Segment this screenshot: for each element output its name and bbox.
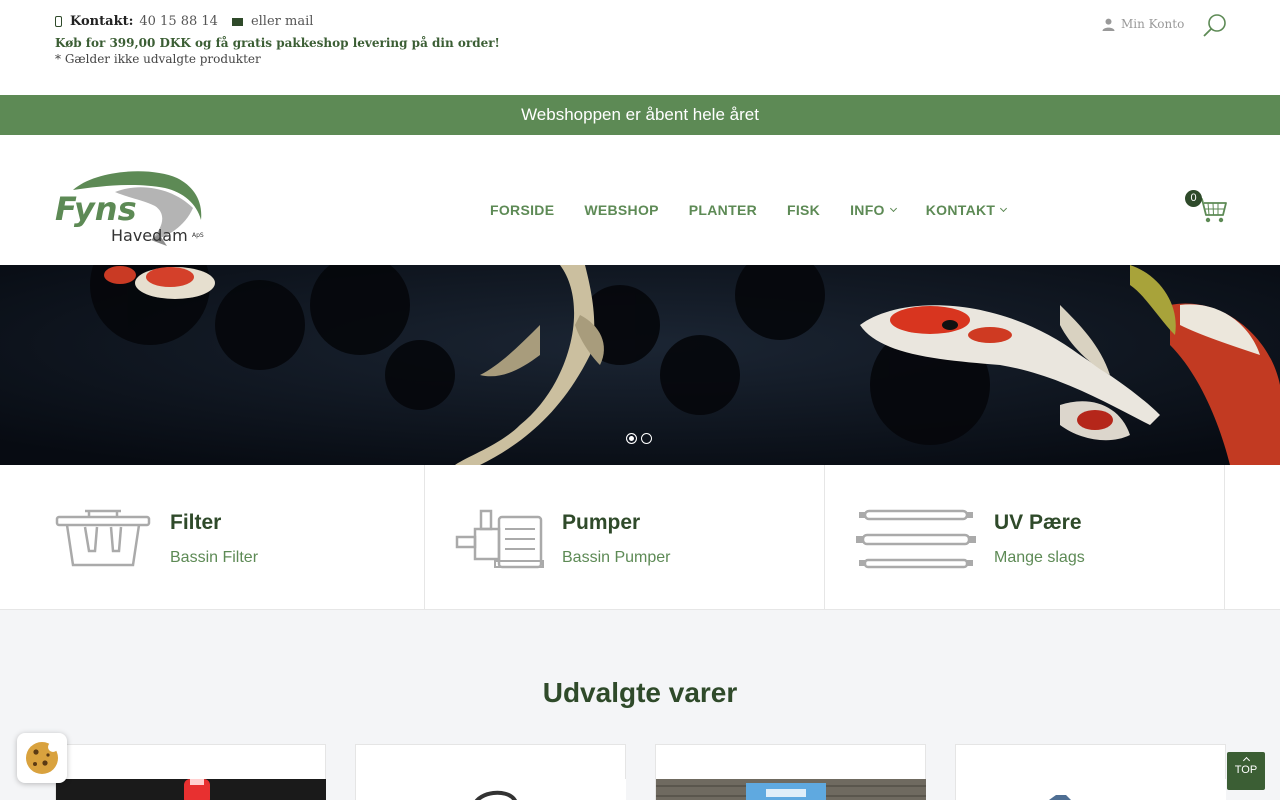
- logo-subword: Havedam: [111, 226, 188, 245]
- category-uv-subtitle: Mange slags: [994, 549, 1085, 566]
- product-card[interactable]: [355, 744, 626, 800]
- search-icon[interactable]: [1202, 13, 1228, 39]
- category-pumper-title: Pumper: [562, 511, 641, 534]
- phone-number-link[interactable]: 40 15 88 14: [139, 14, 218, 29]
- nav-info-label: INFO: [850, 202, 885, 218]
- my-account-label: Min Konto: [1121, 17, 1185, 31]
- contact-line: Kontakt: 40 15 88 14 eller mail: [55, 14, 313, 29]
- category-filter-subtitle: Bassin Filter: [170, 549, 259, 566]
- hero-slider[interactable]: [0, 265, 1280, 465]
- product-image: [356, 779, 626, 800]
- phone-icon: [55, 16, 62, 27]
- featured-heading: Udvalgte varer: [542, 677, 738, 708]
- promo-note: * Gælder ikke udvalgte produkter: [55, 52, 261, 66]
- mail-icon: [231, 17, 243, 26]
- nav-fisk-label: FISK: [787, 202, 821, 218]
- nav-kontakt[interactable]: KONTAKT: [925, 202, 1008, 218]
- slider-dots: [626, 433, 652, 444]
- main-nav: FORSIDE WEBSHOP PLANTER FISK INFO KONTAK…: [490, 202, 1008, 218]
- chevron-down-icon: [1000, 204, 1008, 213]
- nav-webshop[interactable]: WEBSHOP: [584, 202, 658, 218]
- category-pumper-subtitle: Bassin Pumper: [562, 549, 671, 566]
- filter-icon: [55, 509, 151, 567]
- nav-planter-label: PLANTER: [688, 202, 757, 218]
- product-card[interactable]: [655, 744, 926, 800]
- nav-planter[interactable]: PLANTER: [689, 202, 757, 218]
- mail-link[interactable]: eller mail: [251, 14, 313, 29]
- back-to-top-label: TOP: [1234, 764, 1258, 776]
- featured-section: Udvalgte varer: [0, 610, 1280, 800]
- arrow-up-icon: [1242, 756, 1250, 765]
- fyns-havedam-logo[interactable]: Fyns Havedam ApS: [55, 168, 205, 248]
- category-row: Filter Bassin Filter Pumper Bassin Pumpe…: [0, 465, 1280, 610]
- category-filter[interactable]: Filter Bassin Filter: [0, 465, 425, 610]
- back-to-top-button[interactable]: TOP: [1227, 752, 1265, 790]
- announcement-banner: Webshoppen er åbent hele året: [0, 95, 1280, 135]
- logo-suffix: ApS: [192, 232, 204, 239]
- nav-webshop-label: WEBSHOP: [584, 202, 659, 218]
- category-filter-title: Filter: [170, 511, 222, 534]
- pump-icon: [455, 509, 544, 569]
- top-bar: Kontakt: 40 15 88 14 eller mail Køb for …: [0, 0, 1280, 95]
- nav-info[interactable]: INFO: [850, 202, 897, 218]
- product-card[interactable]: [955, 744, 1226, 800]
- nav-forside[interactable]: FORSIDE: [490, 202, 554, 218]
- logo-wordmark: Fyns: [55, 190, 137, 228]
- slider-dot-2[interactable]: [641, 433, 652, 444]
- cookie-settings-button[interactable]: [17, 733, 67, 783]
- cart-count-badge: 0: [1185, 190, 1202, 207]
- product-image: [656, 779, 926, 800]
- cookie-icon: [26, 742, 58, 774]
- announcement-text: Webshoppen er åbent hele året: [521, 105, 759, 124]
- nav-fisk[interactable]: FISK: [787, 202, 820, 218]
- slider-dot-1[interactable]: [626, 433, 637, 444]
- user-icon: [1102, 18, 1115, 31]
- chevron-down-icon: [889, 204, 897, 213]
- shipping-promo: Køb for 399,00 DKK og få gratis pakkesho…: [55, 36, 500, 50]
- category-uv[interactable]: UV Pære Mange slags: [825, 465, 1225, 610]
- product-image: [56, 779, 326, 800]
- uv-lamp-icon: [856, 509, 976, 569]
- category-uv-title: UV Pære: [994, 511, 1082, 534]
- product-image: [956, 779, 1226, 800]
- nav-kontakt-label: KONTAKT: [925, 202, 996, 218]
- contact-label: Kontakt:: [70, 14, 134, 29]
- category-pumper[interactable]: Pumper Bassin Pumper: [425, 465, 825, 610]
- nav-forside-label: FORSIDE: [490, 202, 555, 218]
- product-card[interactable]: [55, 744, 326, 800]
- site-header: Fyns Havedam ApS FORSIDE WEBSHOP PLANTER…: [0, 135, 1280, 265]
- my-account-link[interactable]: Min Konto: [1102, 17, 1184, 31]
